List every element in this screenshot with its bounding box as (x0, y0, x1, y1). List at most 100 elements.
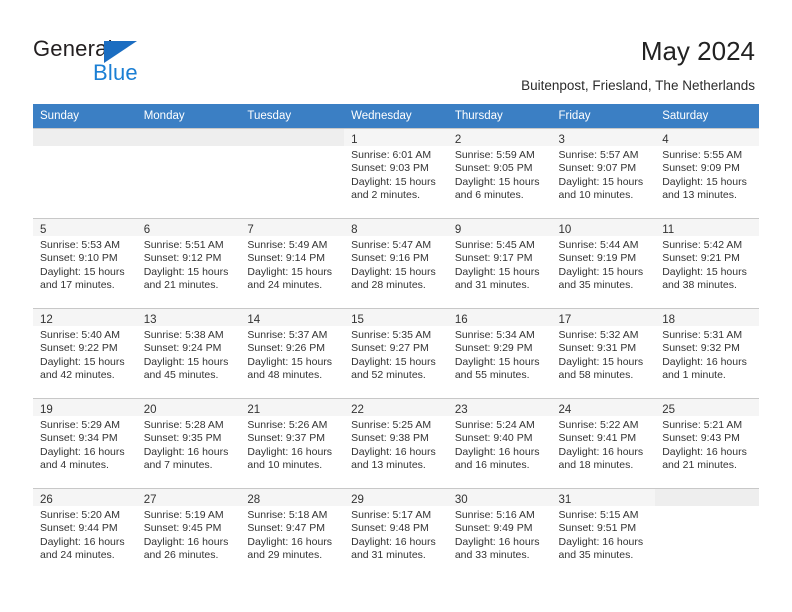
calendar-cell: 18 Sunrise: 5:31 AM Sunset: 9:32 PM Dayligh… (655, 308, 759, 398)
day-cell[interactable]: 19 Sunrise: 5:29 AM Sunset: 9:34 PM Dayligh… (33, 398, 137, 488)
day-cell[interactable]: 20 Sunrise: 5:28 AM Sunset: 9:35 PM Dayligh… (136, 398, 241, 488)
day-cell[interactable]: 22 Sunrise: 5:25 AM Sunset: 9:38 PM Dayligh… (344, 398, 448, 488)
day-number-bar: 20 (136, 399, 241, 416)
calendar-cell: 31 Sunrise: 5:15 AM Sunset: 9:51 PM Dayligh… (551, 488, 656, 578)
day-number: 18 (662, 314, 676, 326)
day-number-bar: 22 (344, 399, 448, 416)
sunset-text: Sunset: 9:26 PM (247, 342, 326, 355)
sun-info: Sunrise: 5:51 AM Sunset: 9:12 PM Daylight:… (137, 236, 241, 293)
sun-info: Sunrise: 5:37 AM Sunset: 9:26 PM Daylight:… (240, 326, 344, 383)
day-number-bar: 2 (447, 129, 552, 146)
day-cell[interactable]: 3 Sunrise: 5:57 AM Sunset: 9:07 PM Daylight… (551, 128, 656, 218)
sunset-text: Sunset: 9:03 PM (351, 162, 429, 175)
day-number: 4 (662, 134, 669, 146)
day-cell[interactable]: 6 Sunrise: 5:51 AM Sunset: 9:12 PM Daylight… (136, 218, 241, 308)
sunrise-text: Sunrise: 5:45 AM (454, 239, 535, 251)
day-number: 21 (247, 404, 261, 416)
sunset-text: Sunset: 9:44 PM (40, 522, 118, 535)
day-cell[interactable]: 7 Sunrise: 5:49 AM Sunset: 9:14 PM Daylight… (240, 218, 345, 308)
sunrise-text: Sunrise: 5:44 AM (558, 239, 639, 251)
calendar-week-row: 12 Sunrise: 5:40 AM Sunset: 9:22 PM Dayligh… (33, 308, 759, 398)
day-cell[interactable]: 14 Sunrise: 5:37 AM Sunset: 9:26 PM Dayligh… (240, 308, 345, 398)
day-cell[interactable]: 16 Sunrise: 5:34 AM Sunset: 9:29 PM Dayligh… (447, 308, 552, 398)
sunrise-text: Sunrise: 5:24 AM (454, 419, 535, 431)
logo-text-general: General (33, 36, 113, 61)
day-cell[interactable]: 25 Sunrise: 5:21 AM Sunset: 9:43 PM Dayligh… (655, 398, 759, 488)
calendar-cell: 12 Sunrise: 5:40 AM Sunset: 9:22 PM Dayligh… (33, 308, 137, 398)
sunset-text: Sunset: 9:19 PM (558, 252, 637, 265)
day-number: 26 (40, 494, 53, 506)
calendar-cell: 1 Sunrise: 6:01 AM Sunset: 9:03 PM Daylight… (344, 128, 448, 218)
day-cell[interactable]: 17 Sunrise: 5:32 AM Sunset: 9:31 PM Dayligh… (551, 308, 656, 398)
day-number-bar: 28 (240, 489, 345, 506)
calendar-cell: 20 Sunrise: 5:28 AM Sunset: 9:35 PM Dayligh… (136, 398, 241, 488)
sunrise-text: Sunrise: 5:47 AM (351, 239, 432, 251)
day-cell[interactable]: 1 Sunrise: 6:01 AM Sunset: 9:03 PM Daylight… (344, 128, 448, 218)
sunrise-text: Sunrise: 5:16 AM (454, 509, 535, 521)
day-number-bar: 16 (447, 309, 552, 326)
day-cell[interactable]: 21 Sunrise: 5:26 AM Sunset: 9:37 PM Dayligh… (240, 398, 345, 488)
day-number-bar: 30 (447, 489, 552, 506)
calendar-cell: 19 Sunrise: 5:29 AM Sunset: 9:34 PM Dayligh… (33, 398, 137, 488)
day-cell[interactable]: 8 Sunrise: 5:47 AM Sunset: 9:16 PM Daylight… (344, 218, 448, 308)
sunrise-text: Sunrise: 5:51 AM (143, 239, 224, 251)
calendar-cell: 22 Sunrise: 5:25 AM Sunset: 9:38 PM Dayligh… (344, 398, 448, 488)
sunrise-text: Sunrise: 5:53 AM (40, 239, 120, 251)
day-number-bar: 21 (240, 399, 345, 416)
day-cell[interactable]: 5 Sunrise: 5:53 AM Sunset: 9:10 PM Daylight… (33, 218, 137, 308)
sunset-text: Sunset: 9:34 PM (40, 432, 118, 445)
calendar-cell: 2 Sunrise: 5:59 AM Sunset: 9:05 PM Daylight… (447, 128, 552, 218)
sunset-text: Sunset: 9:49 PM (454, 522, 533, 535)
weekday-header-row: Sunday Monday Tuesday Wednesday Thursday Frid… (33, 104, 759, 128)
sunrise-text: Sunrise: 5:49 AM (247, 239, 328, 251)
calendar-cell: 16 Sunrise: 5:34 AM Sunset: 9:29 PM Dayligh… (447, 308, 552, 398)
day-cell[interactable]: 18 Sunrise: 5:31 AM Sunset: 9:32 PM Dayligh… (655, 308, 759, 398)
daylight-text: Daylight: 15 hours and 31 minutes. (454, 265, 540, 292)
daylight-text: Daylight: 15 hours and 55 minutes. (454, 355, 540, 382)
day-cell[interactable]: 2 Sunrise: 5:59 AM Sunset: 9:05 PM Daylight… (447, 128, 552, 218)
day-cell[interactable]: 29 Sunrise: 5:17 AM Sunset: 9:48 PM Dayligh… (344, 488, 448, 578)
day-cell[interactable]: 28 Sunrise: 5:18 AM Sunset: 9:47 PM Dayligh… (240, 488, 345, 578)
weekday-header-tuesday: Tuesday (240, 104, 345, 128)
sunset-text: Sunset: 9:07 PM (558, 162, 637, 175)
calendar-cell: 10 Sunrise: 5:44 AM Sunset: 9:19 PM Dayligh… (551, 218, 656, 308)
day-cell[interactable]: 11 Sunrise: 5:42 AM Sunset: 9:21 PM Dayligh… (655, 218, 759, 308)
day-number: 17 (558, 314, 572, 326)
day-cell[interactable]: 10 Sunrise: 5:44 AM Sunset: 9:19 PM Dayligh… (551, 218, 656, 308)
sunrise-text: Sunrise: 5:28 AM (143, 419, 224, 431)
sunset-text: Sunset: 9:17 PM (454, 252, 533, 265)
day-number-bar: 12 (33, 309, 137, 326)
calendar-cell (655, 488, 759, 578)
day-number-bar: 10 (551, 219, 656, 236)
day-cell[interactable]: 15 Sunrise: 5:35 AM Sunset: 9:27 PM Dayligh… (344, 308, 448, 398)
daylight-text: Daylight: 16 hours and 18 minutes. (558, 445, 644, 472)
day-cell[interactable]: 31 Sunrise: 5:15 AM Sunset: 9:51 PM Dayligh… (551, 488, 656, 578)
day-cell[interactable]: 4 Sunrise: 5:55 AM Sunset: 9:09 PM Daylight… (655, 128, 759, 218)
sun-info: Sunrise: 5:57 AM Sunset: 9:07 PM Daylight:… (552, 146, 656, 203)
calendar-cell (136, 128, 241, 218)
sunrise-text: Sunrise: 5:55 AM (662, 149, 743, 161)
sun-info: Sunrise: 5:15 AM Sunset: 9:51 PM Daylight:… (552, 506, 656, 563)
sun-info: Sunrise: 5:45 AM Sunset: 9:17 PM Daylight:… (448, 236, 552, 293)
calendar-cell: 17 Sunrise: 5:32 AM Sunset: 9:31 PM Dayligh… (551, 308, 656, 398)
daylight-text: Daylight: 16 hours and 31 minutes. (351, 535, 436, 562)
day-cell[interactable]: 26 Sunrise: 5:20 AM Sunset: 9:44 PM Dayligh… (33, 488, 137, 578)
day-cell[interactable]: 24 Sunrise: 5:22 AM Sunset: 9:41 PM Dayligh… (551, 398, 656, 488)
sun-info: Sunrise: 5:17 AM Sunset: 9:48 PM Daylight:… (344, 506, 448, 563)
daylight-text: Daylight: 15 hours and 6 minutes. (454, 175, 540, 202)
day-cell[interactable]: 12 Sunrise: 5:40 AM Sunset: 9:22 PM Dayligh… (33, 308, 137, 398)
day-number: 22 (351, 404, 364, 416)
sun-info: Sunrise: 5:20 AM Sunset: 9:44 PM Daylight:… (33, 506, 137, 563)
day-cell[interactable]: 27 Sunrise: 5:19 AM Sunset: 9:45 PM Dayligh… (136, 488, 241, 578)
day-number: 19 (40, 404, 53, 416)
day-number-bar: 3 (551, 129, 656, 146)
day-cell[interactable]: 9 Sunrise: 5:45 AM Sunset: 9:17 PM Daylight… (447, 218, 552, 308)
day-cell[interactable]: 30 Sunrise: 5:16 AM Sunset: 9:49 PM Dayligh… (447, 488, 552, 578)
daylight-text: Daylight: 15 hours and 13 minutes. (662, 175, 747, 202)
day-cell[interactable]: 23 Sunrise: 5:24 AM Sunset: 9:40 PM Dayligh… (447, 398, 552, 488)
daylight-text: Daylight: 16 hours and 26 minutes. (143, 535, 229, 562)
general-blue-logo[interactable]: General Blue (33, 36, 213, 86)
daylight-text: Daylight: 16 hours and 33 minutes. (454, 535, 540, 562)
day-number-bar (136, 129, 241, 146)
day-cell[interactable]: 13 Sunrise: 5:38 AM Sunset: 9:24 PM Dayligh… (136, 308, 241, 398)
